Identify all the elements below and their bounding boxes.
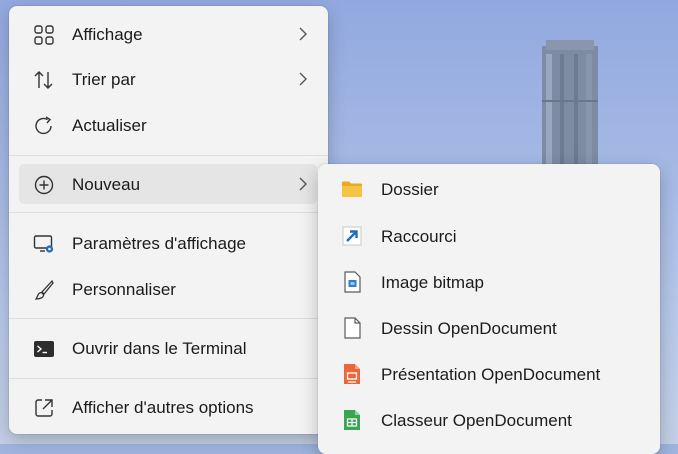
menu-separator [9,212,328,213]
menu-separator [9,318,328,319]
chevron-right-icon [299,27,307,41]
submenu-item-raccourci[interactable]: Raccourci [326,215,652,255]
menu-item-ouvrir-terminal[interactable]: Ouvrir dans le Terminal [19,328,317,368]
menu-item-actualiser[interactable]: Actualiser [19,105,317,145]
presentation-file-icon [344,364,360,384]
submenu-item-label: Classeur OpenDocument [381,411,572,430]
spreadsheet-file-icon [344,410,360,430]
chevron-right-icon [299,72,307,86]
menu-separator [9,378,328,379]
desktop-context-menu: Affichage Trier par Actualiser Nouveau P… [9,6,328,434]
submenu-item-presentation-opendocument[interactable]: Présentation OpenDocument [326,353,652,393]
menu-item-label: Trier par [72,70,136,89]
submenu-item-dossier[interactable]: Dossier [326,168,652,208]
new-submenu: Dossier Raccourci Image bitmap Dessin Op… [318,164,660,454]
menu-item-affichage[interactable]: Affichage [19,14,317,54]
menu-item-trier-par[interactable]: Trier par [19,59,317,99]
shortcut-icon [342,226,362,246]
submenu-item-label: Dossier [381,180,439,199]
brush-icon [34,279,54,300]
submenu-item-label: Présentation OpenDocument [381,365,601,384]
folder-icon [342,181,362,197]
open-external-icon [35,399,53,417]
menu-item-label: Affichage [72,25,143,44]
menu-item-label: Actualiser [72,116,147,135]
blank-file-icon [344,317,361,339]
menu-item-label: Personnaliser [72,280,176,299]
chevron-right-icon [299,177,307,191]
menu-item-label: Nouveau [72,175,141,194]
menu-item-label: Afficher d'autres options [72,398,254,417]
menu-item-personnaliser[interactable]: Personnaliser [19,269,317,309]
submenu-item-label: Image bitmap [381,273,484,292]
refresh-icon [35,116,52,135]
submenu-item-image-bitmap[interactable]: Image bitmap [326,261,652,301]
add-circle-icon [34,175,54,195]
submenu-item-classeur-opendocument[interactable]: Classeur OpenDocument [326,399,652,439]
menu-item-nouveau[interactable]: Nouveau [19,164,317,204]
bitmap-file-icon [344,271,361,293]
submenu-item-dessin-opendocument[interactable]: Dessin OpenDocument [326,307,652,347]
submenu-item-label: Raccourci [381,227,457,246]
submenu-item-label: Dessin OpenDocument [381,319,557,338]
menu-separator [9,155,328,156]
sort-icon [34,71,53,89]
menu-item-label: Paramètres d'affichage [72,234,246,253]
display-settings-icon [33,235,54,253]
menu-item-autres-options[interactable]: Afficher d'autres options [19,387,317,427]
terminal-icon [34,341,54,357]
grid-icon [34,25,54,45]
menu-item-label: Ouvrir dans le Terminal [72,339,247,358]
menu-item-parametres-affichage[interactable]: Paramètres d'affichage [19,223,317,263]
